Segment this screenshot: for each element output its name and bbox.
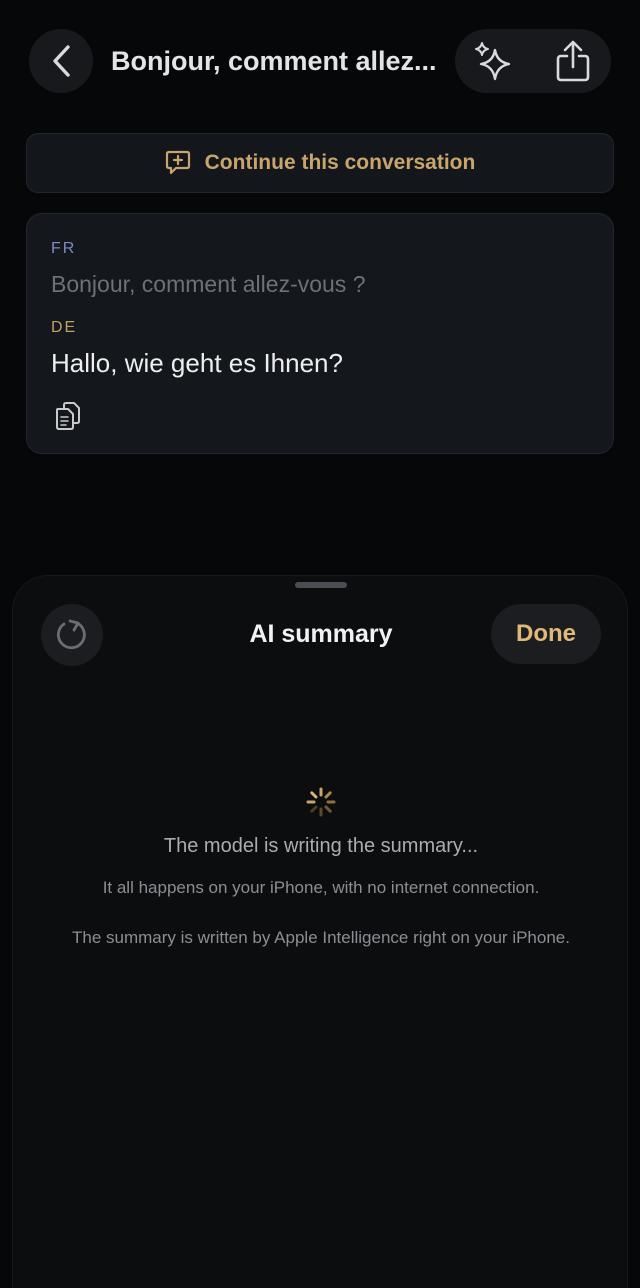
done-button[interactable]: Done <box>491 604 601 664</box>
ai-summary-button[interactable] <box>471 39 515 83</box>
chat-plus-icon <box>165 150 190 175</box>
share-icon <box>556 40 590 82</box>
sparkles-icon <box>475 42 511 81</box>
header-actions <box>455 29 611 93</box>
status-subtext: It all happens on your iPhone, with no i… <box>102 878 540 897</box>
loading-spinner-icon <box>306 787 336 817</box>
continue-conversation-button[interactable]: Continue this conversation <box>26 133 614 193</box>
copy-button[interactable] <box>53 400 83 432</box>
status-note: The summary is written by Apple Intellig… <box>72 928 570 947</box>
target-text: Hallo, wie geht es Ihnen? <box>51 348 343 378</box>
back-button[interactable] <box>29 29 93 93</box>
target-language-label: DE <box>51 319 78 336</box>
source-language-label: FR <box>51 240 77 257</box>
continue-conversation-label: Continue this conversation <box>204 151 476 174</box>
ai-summary-sheet: AI summary Done The model is writing the… <box>12 575 628 1288</box>
chevron-left-icon <box>53 45 70 77</box>
status-message: The model is writing the summary... <box>163 835 479 857</box>
translation-screen: Bonjour, comment allez... Continue this … <box>0 0 640 1288</box>
page-title: Bonjour, comment allez... <box>111 46 437 76</box>
copy-icon <box>56 402 80 430</box>
share-button[interactable] <box>551 39 595 83</box>
sheet-grabber[interactable] <box>295 582 347 588</box>
source-text: Bonjour, comment allez-vous ? <box>51 271 366 297</box>
translation-card: FR Bonjour, comment allez-vous ? DE Hall… <box>26 213 614 454</box>
